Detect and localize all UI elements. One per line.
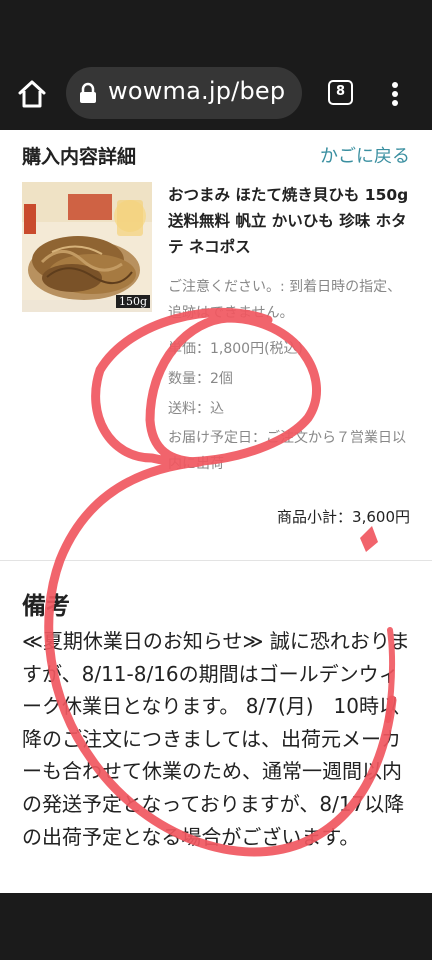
page-content: 購入内容詳細 かごに戻る 150g おつまみ ほたて焼き貝ひも 150g 送料無… [0, 130, 432, 893]
divider [0, 560, 432, 561]
section-title: 購入内容詳細 [22, 146, 137, 168]
url-text: wowma.jp/bep [108, 77, 286, 105]
remarks-title: 備考 [22, 592, 70, 620]
quantity: 数量：2個 [168, 371, 233, 387]
remarks-text: ≪夏期休業日のお知らせ≫ 誠に恐れおりますが、8/11-8/16の期間はゴールデ… [22, 629, 410, 849]
tab-switcher-icon[interactable]: 8 [328, 80, 353, 105]
status-bar [0, 0, 432, 58]
product-name[interactable]: おつまみ ほたて焼き貝ひも 150g 送料無料 帆立 かいひも 珍味 ホタテ ネ… [168, 182, 416, 260]
back-to-cart-link[interactable]: かごに戻る [320, 142, 410, 168]
home-icon [18, 80, 46, 108]
more-vert-icon[interactable] [384, 78, 406, 110]
unit-price: 単価：1,800円(税込) [168, 341, 304, 357]
product-image[interactable] [22, 182, 152, 312]
shipping-fee: 送料：込 [168, 401, 224, 417]
delivery-date: お届け予定日：ご注文から７営業日以内に出荷 [168, 430, 406, 472]
home-button[interactable] [16, 78, 48, 110]
address-bar[interactable]: wowma.jp/bep [66, 67, 302, 119]
weight-badge: 150g [116, 295, 151, 308]
item-subtotal: 商品小計：3,600円 [277, 508, 410, 526]
shipping-notice: ご注意ください。: 到着日時の指定、追跡はできません。 [168, 279, 402, 321]
navigation-bar [0, 893, 432, 960]
browser-toolbar: wowma.jp/bep 8 [0, 58, 432, 130]
lock-icon [80, 82, 96, 103]
